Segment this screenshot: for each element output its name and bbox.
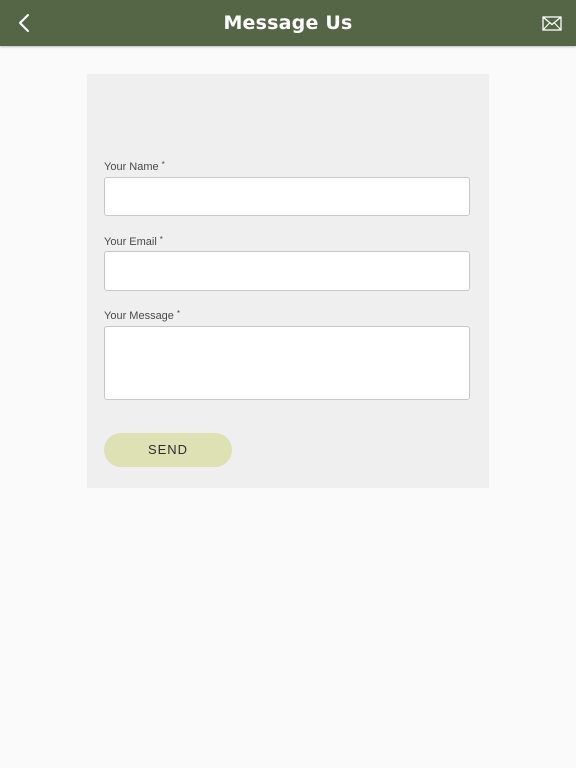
required-mark: * bbox=[159, 235, 163, 244]
envelope-icon bbox=[542, 15, 562, 31]
email-field[interactable] bbox=[104, 251, 470, 291]
page-title: Message Us bbox=[223, 12, 353, 34]
email-label: Your Email * bbox=[104, 235, 163, 248]
app-header: Message Us bbox=[0, 0, 576, 46]
message-field[interactable] bbox=[104, 326, 470, 400]
required-mark: * bbox=[176, 309, 181, 318]
name-label: Your Name * bbox=[104, 160, 165, 173]
message-label: Your Message * bbox=[104, 309, 181, 322]
required-mark: * bbox=[161, 160, 165, 169]
mail-button[interactable] bbox=[541, 13, 563, 33]
contact-form: Your Name * Your Email * Your Message * SEN… bbox=[87, 74, 489, 488]
name-field[interactable] bbox=[104, 177, 470, 216]
send-button[interactable]: SEND bbox=[104, 433, 232, 467]
